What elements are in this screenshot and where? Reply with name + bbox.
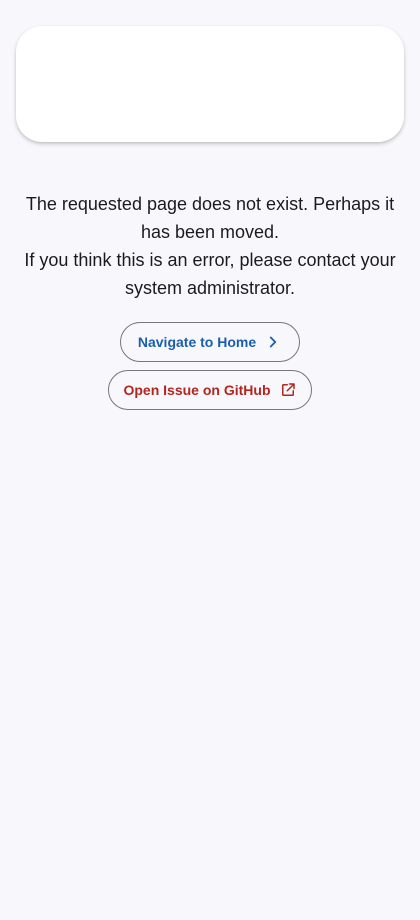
chevron-right-icon xyxy=(264,333,282,351)
open-github-issue-label: Open Issue on GitHub xyxy=(123,382,271,398)
error-message-line-2: If you think this is an error, please co… xyxy=(24,250,396,298)
header-card xyxy=(16,26,404,142)
navigate-home-label: Navigate to Home xyxy=(137,334,257,350)
navigate-home-button[interactable]: Navigate to Home xyxy=(120,322,300,362)
open-external-icon xyxy=(279,381,297,399)
error-message: The requested page does not exist. Perha… xyxy=(20,190,400,302)
error-message-line-1: The requested page does not exist. Perha… xyxy=(25,194,395,242)
open-github-issue-button[interactable]: Open Issue on GitHub xyxy=(108,370,312,410)
